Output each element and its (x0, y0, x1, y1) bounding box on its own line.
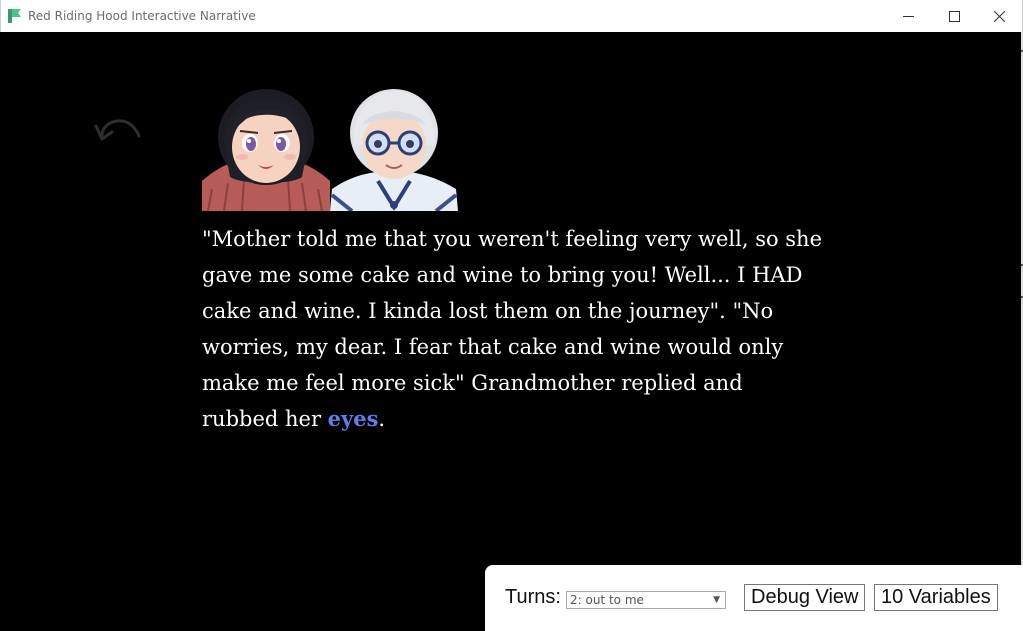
control-panel: Turns: 2: out to me ▼ Debug View 10 Vari… (485, 565, 1023, 631)
maximize-button[interactable] (931, 0, 977, 32)
undo-icon[interactable] (94, 112, 142, 148)
red-riding-hood-portrait (202, 89, 330, 211)
app-logo-icon (8, 9, 21, 23)
character-portraits (202, 89, 458, 211)
close-button[interactable] (976, 0, 1022, 32)
variables-button[interactable]: 10 Variables (874, 584, 998, 611)
debug-view-button[interactable]: Debug View (744, 584, 866, 611)
turns-label: Turns: (505, 586, 561, 608)
title-bar: Red Riding Hood Interactive Narrative (0, 0, 1023, 32)
grandmother-portrait (330, 89, 458, 211)
close-icon (993, 10, 1005, 22)
turns-selected-value: 2: out to me (570, 593, 644, 607)
story-text-end: . (378, 407, 386, 431)
turns-select[interactable]: 2: out to me ▼ (566, 591, 726, 609)
story-view: "Mother told me that you weren't feeling… (0, 32, 1023, 631)
window-title: Red Riding Hood Interactive Narrative (28, 9, 256, 23)
minimize-icon (902, 15, 914, 17)
story-link-eyes[interactable]: eyes (328, 406, 379, 431)
story-text: "Mother told me that you weren't feeling… (202, 227, 823, 431)
minimize-button[interactable] (885, 0, 931, 32)
maximize-icon (948, 10, 960, 22)
dropdown-arrow-icon: ▼ (713, 595, 720, 605)
story-passage: "Mother told me that you weren't feeling… (202, 221, 822, 437)
